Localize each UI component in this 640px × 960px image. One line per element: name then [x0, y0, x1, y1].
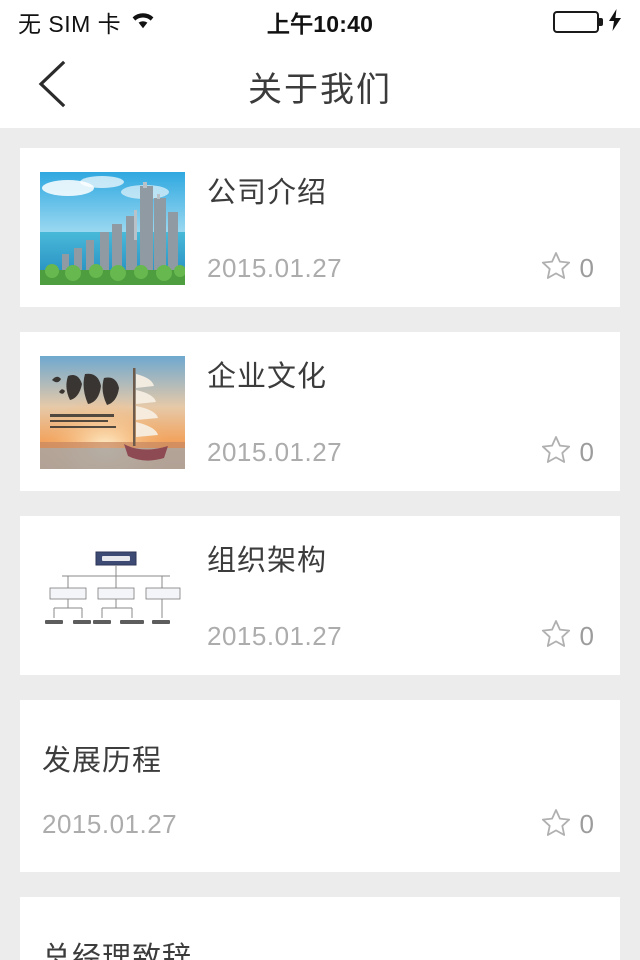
wifi-icon: [130, 10, 156, 35]
list-item-body: 企业文化 2015.01.27 0: [207, 356, 598, 469]
favorite-count: 0: [579, 620, 594, 651]
carrier-label: 无 SIM 卡: [18, 11, 122, 37]
list-item[interactable]: 组织架构 2015.01.27 0: [20, 516, 620, 675]
list-item[interactable]: 总经理致辞 2015.01.28 0: [20, 896, 620, 960]
status-bar: 无 SIM 卡 上午10:40: [0, 0, 640, 44]
list-item-title: 组织架构: [207, 545, 328, 577]
list-item-body: 公司介绍 2015.01.27 0: [207, 172, 598, 285]
org-chart-diagram: [40, 540, 185, 653]
back-button[interactable]: [14, 44, 90, 128]
list-item-meta: 2015.01.27 0: [207, 251, 598, 285]
list-item[interactable]: 公司介绍 2015.01.27 0: [20, 148, 620, 307]
city-skyline-photo: [40, 172, 185, 285]
star-outline-icon: [541, 435, 571, 469]
list-item-meta: 2015.01.27 0: [207, 435, 598, 469]
list-item-body: 组织架构 2015.01.27 0: [207, 540, 598, 653]
list-item-date: 2015.01.27: [207, 436, 343, 467]
list-item[interactable]: 企业文化 2015.01.27 0: [20, 332, 620, 491]
favorite-button[interactable]: 0: [541, 808, 598, 842]
star-outline-icon: [541, 619, 571, 653]
lightning-bolt-icon: [608, 8, 622, 36]
favorite-count: 0: [579, 436, 594, 467]
battery-nub: [599, 18, 603, 26]
navigation-bar: 关于我们: [0, 44, 640, 128]
article-list[interactable]: 公司介绍 2015.01.27 0 企业文化 2015.01.27 0 组织架构…: [0, 128, 640, 960]
list-item-date: 2015.01.27: [207, 252, 343, 283]
favorite-count: 0: [579, 252, 594, 283]
list-item-meta: 2015.01.27 0: [207, 619, 598, 653]
list-item-title: 发展历程: [42, 745, 163, 777]
sailing-ship-sunset-photo: [40, 356, 185, 469]
status-bar-left: 无 SIM 卡: [18, 5, 156, 39]
list-item-body: 总经理致辞 2015.01.28 0: [42, 937, 598, 960]
star-outline-icon: [541, 808, 571, 842]
list-item[interactable]: 发展历程 2015.01.27 0: [20, 700, 620, 872]
list-item-title: 企业文化: [207, 361, 328, 393]
star-outline-icon: [541, 251, 571, 285]
page-title: 关于我们: [248, 70, 392, 109]
list-item-title: 总经理致辞: [42, 941, 193, 960]
favorite-button[interactable]: 0: [541, 251, 598, 285]
list-item-body: 发展历程 2015.01.27 0: [42, 740, 598, 842]
status-bar-right: [553, 8, 622, 36]
favorite-count: 0: [579, 809, 594, 840]
list-item-meta: 2015.01.27 0: [42, 808, 598, 842]
list-item-date: 2015.01.27: [42, 809, 178, 840]
list-item-title: 公司介绍: [207, 177, 328, 209]
favorite-button[interactable]: 0: [541, 435, 598, 469]
list-item-date: 2015.01.27: [207, 620, 343, 651]
favorite-button[interactable]: 0: [541, 619, 598, 653]
clock-label: 上午10:40: [266, 11, 374, 37]
battery-icon: [553, 11, 603, 33]
chevron-left-icon: [36, 59, 68, 114]
